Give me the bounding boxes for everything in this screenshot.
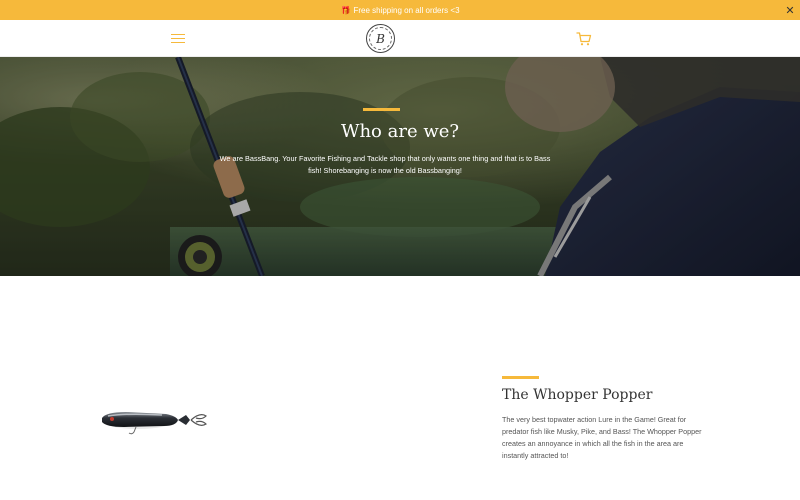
product-description: The very best topwater action Lure in th…: [502, 415, 702, 460]
announcement-text: Free shipping on all orders <3: [353, 5, 460, 15]
announcement-bar: 🎁 Free shipping on all orders <3 ✕: [0, 0, 800, 20]
cart-icon[interactable]: [576, 31, 592, 47]
hero-accent-line: [363, 108, 400, 111]
product-image-whopper-popper[interactable]: [96, 400, 216, 440]
hamburger-icon[interactable]: [171, 31, 185, 45]
site-logo[interactable]: B: [366, 24, 395, 53]
hero-description: We are BassBang. Your Favorite Fishing a…: [219, 154, 551, 175]
close-icon[interactable]: ✕: [784, 3, 796, 17]
logo-letter: B: [369, 27, 392, 50]
site-header: B: [0, 20, 800, 57]
product-title[interactable]: The Whopper Popper: [502, 387, 652, 403]
product-accent-line: [502, 376, 539, 379]
hero-banner: Who are we? We are BassBang. Your Favori…: [0, 57, 800, 276]
gift-icon: 🎁: [340, 5, 351, 15]
hero-title: Who are we?: [340, 121, 460, 142]
